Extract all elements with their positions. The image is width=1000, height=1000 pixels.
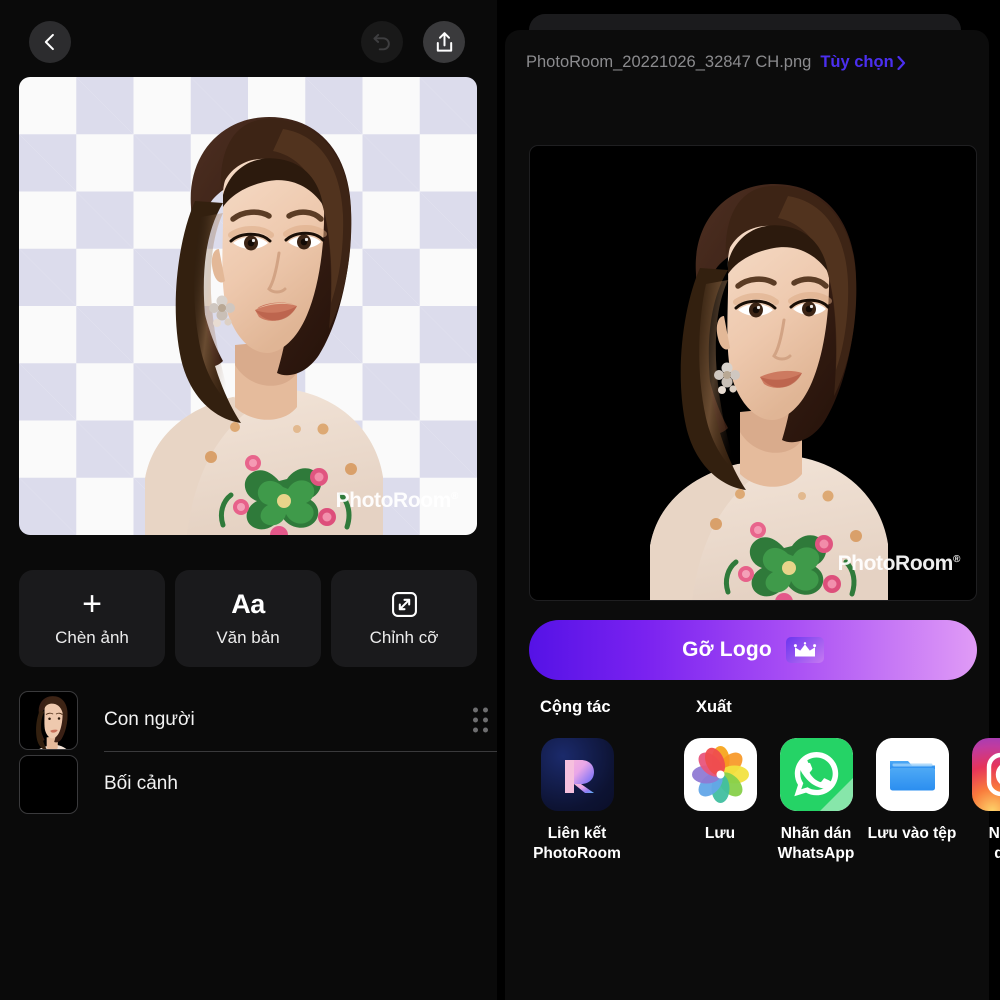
share-item-photoroom-link[interactable]: Liên kết PhotoRoom <box>529 738 625 864</box>
photoroom-watermark: PhotoRoom® <box>335 489 459 512</box>
undo-button[interactable] <box>361 21 403 63</box>
share-items-row: Liên kết PhotoRoom Lưu Nhãn dán WhatsApp… <box>529 738 1000 864</box>
subject-cutout-image <box>145 117 383 535</box>
section-label-collab: Cộng tác <box>540 698 611 716</box>
editor-panel: PhotoRoom® + Chèn ảnh Aa Văn bản Chỉnh c… <box>0 0 497 1000</box>
share-caption-save-photos: Lưu <box>704 825 736 842</box>
share-item-save-photos[interactable]: Lưu <box>672 738 768 864</box>
remove-logo-label: Gỡ Logo <box>682 638 772 661</box>
share-caption-whatsapp-sticker: Nhãn dán WhatsApp <box>777 825 855 862</box>
panel-divider <box>497 0 504 1000</box>
share-caption-photoroom-link: Liên kết PhotoRoom <box>533 825 621 862</box>
layer-main-person[interactable]: Con người <box>104 688 497 752</box>
crown-icon <box>785 637 824 663</box>
layer-name-person: Con người <box>104 709 195 730</box>
instagram-icon <box>971 738 1000 811</box>
file-name-label: PhotoRoom_20221026_32847 CH.png <box>526 53 812 71</box>
share-item-save-to-files[interactable]: Lưu vào tệp <box>864 738 960 864</box>
layer-name-background: Bối cảnh <box>104 773 178 794</box>
file-header: PhotoRoom_20221026_32847 CH.png Tùy chọn <box>526 53 986 72</box>
chevron-left-icon <box>44 33 54 51</box>
drag-handle-icon[interactable] <box>473 707 488 733</box>
photoroom-screen: PhotoRoom® + Chèn ảnh Aa Văn bản Chỉnh c… <box>0 0 1000 1000</box>
text-label: Văn bản <box>216 628 280 647</box>
editor-canvas[interactable]: PhotoRoom® <box>19 77 477 535</box>
insert-image-button[interactable]: + Chèn ảnh <box>19 570 165 667</box>
preview-watermark: PhotoRoom® <box>837 552 961 575</box>
share-item-instagram-sticker[interactable]: Nhãndán <box>960 738 1000 864</box>
photoroom-app-icon <box>540 738 614 811</box>
files-folder-icon <box>875 738 949 811</box>
editor-topbar <box>0 0 497 77</box>
layer-row-person[interactable]: Con người <box>19 688 497 752</box>
back-button[interactable] <box>29 21 71 63</box>
layer-thumb-image <box>35 695 67 749</box>
layer-thumbnail-person <box>19 690 78 750</box>
section-label-export: Xuất <box>696 698 732 716</box>
share-section: Cộng tác Xuất Liên kết PhotoRoom Lưu Nhã… <box>529 698 1000 862</box>
options-label: Tùy chọn <box>820 53 894 71</box>
share-caption-save-to-files: Lưu vào tệp <box>867 825 957 842</box>
share-item-whatsapp-sticker[interactable]: Nhãn dán WhatsApp <box>768 738 864 864</box>
resize-icon <box>391 589 418 619</box>
layer-thumbnail-background <box>19 754 78 814</box>
editor-tools: + Chèn ảnh Aa Văn bản Chỉnh cỡ <box>19 570 477 667</box>
layers-list: Con người Bối cảnh <box>19 688 497 816</box>
layer-row-background[interactable]: Bối cảnh <box>19 752 497 816</box>
whatsapp-icon <box>779 738 853 811</box>
preview-subject-image <box>650 184 888 600</box>
share-upload-icon <box>436 31 452 52</box>
text-icon: Aa <box>231 588 265 619</box>
remove-logo-button[interactable]: Gỡ Logo <box>529 620 977 680</box>
export-preview-card[interactable]: PhotoRoom® <box>529 145 977 601</box>
resize-label: Chỉnh cỡ <box>369 628 439 647</box>
chevron-right-icon <box>897 55 905 70</box>
options-link[interactable]: Tùy chọn <box>820 53 905 72</box>
text-button[interactable]: Aa Văn bản <box>175 570 321 667</box>
insert-image-label: Chèn ảnh <box>55 628 129 647</box>
apple-photos-icon <box>683 738 757 811</box>
share-button[interactable] <box>423 21 465 63</box>
undo-icon <box>373 33 390 51</box>
layer-main-background[interactable]: Bối cảnh <box>104 752 497 816</box>
plus-icon: + <box>82 585 102 623</box>
resize-button[interactable]: Chỉnh cỡ <box>331 570 477 667</box>
share-section-labels: Cộng tác Xuất <box>529 698 1000 728</box>
share-caption-instagram-sticker: Nhãndán <box>988 825 1000 862</box>
